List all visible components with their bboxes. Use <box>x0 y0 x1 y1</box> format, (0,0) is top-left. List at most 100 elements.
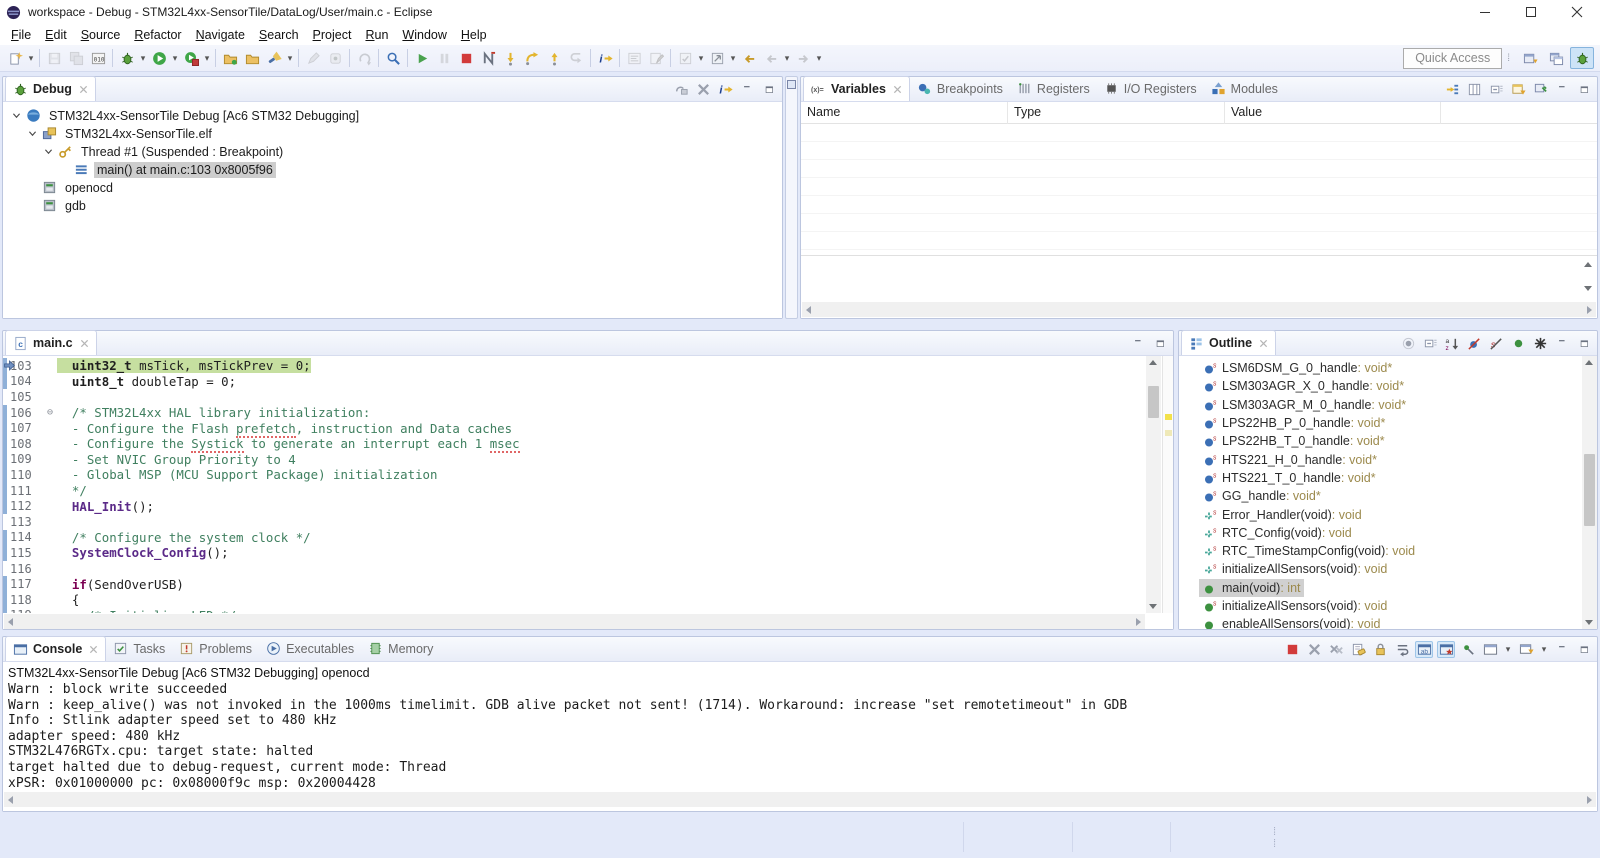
save-button[interactable] <box>43 47 65 69</box>
tab-memory[interactable]: Memory <box>361 636 440 661</box>
tab-executables[interactable]: Executables <box>259 636 361 661</box>
step-into-button[interactable] <box>499 47 521 69</box>
tab-debug[interactable]: Debug <box>5 76 96 101</box>
code-line[interactable]: 117 if(SendOverUSB) <box>3 576 1145 592</box>
menu-navigate[interactable]: Navigate <box>189 26 252 44</box>
outline-item-label[interactable]: LSM303AGR_X_0_handle <box>1222 379 1369 393</box>
outline-item[interactable]: sGG_handle : void* <box>1179 487 1579 505</box>
quick-access-box[interactable]: Quick Access <box>1403 48 1502 69</box>
last-edit-location-button[interactable] <box>706 47 728 69</box>
menu-source[interactable]: Source <box>74 26 128 44</box>
dropdown-caret-icon[interactable]: ▾ <box>26 53 36 64</box>
pin-view-button[interactable] <box>1531 81 1549 98</box>
overview-ruler[interactable] <box>1162 356 1173 613</box>
outline-item[interactable]: sLPS22HB_T_0_handle : void* <box>1179 432 1579 450</box>
fold-marker-icon[interactable]: ⊖ <box>43 407 57 418</box>
menu-project[interactable]: Project <box>306 26 359 44</box>
menu-window[interactable]: Window <box>395 26 453 44</box>
open-element-button[interactable] <box>219 47 241 69</box>
code-area[interactable]: 103 uint32_t msTick, msTickPrev = 0;104 … <box>3 358 1145 613</box>
minimize-view-button[interactable] <box>1553 335 1571 352</box>
minimize-view-button[interactable] <box>1553 641 1571 658</box>
word-wrap-button[interactable] <box>1393 641 1411 658</box>
forward-button[interactable] <box>792 47 814 69</box>
editor-hscrollbar[interactable] <box>4 614 1145 629</box>
tab-problems[interactable]: Problems <box>172 636 259 661</box>
outline-vscrollbar[interactable] <box>1582 356 1597 629</box>
outline-item[interactable]: sError_Handler(void) : void <box>1179 505 1579 523</box>
maximize-view-button[interactable] <box>1575 81 1593 98</box>
expander-chevron-icon[interactable] <box>43 146 56 159</box>
outline-item[interactable]: sRTC_Config(void) : void <box>1179 524 1579 542</box>
menu-edit[interactable]: Edit <box>38 26 74 44</box>
display-selected-console-button[interactable] <box>1481 641 1499 658</box>
restore-instruction-pointer-button[interactable]: i <box>594 47 616 69</box>
minimize-view-button[interactable] <box>1553 81 1571 98</box>
open-console-button[interactable] <box>1517 641 1535 658</box>
drop-to-frame-button[interactable] <box>565 47 587 69</box>
step-over-button[interactable] <box>521 47 543 69</box>
toggle-breakpoint-button[interactable] <box>324 47 346 69</box>
collapse-all-button[interactable] <box>1487 81 1505 98</box>
outline-item[interactable]: sLPS22HB_P_0_handle : void* <box>1179 414 1579 432</box>
tab-breakpoints[interactable]: Breakpoints <box>910 76 1010 101</box>
show-logical-button[interactable] <box>1443 81 1461 98</box>
tree-node-label[interactable]: gdb <box>62 198 89 214</box>
code-line[interactable]: 105 <box>3 389 1145 405</box>
minimize-view-button[interactable] <box>1129 335 1147 352</box>
skip-all-breakpoints-button[interactable] <box>302 47 324 69</box>
open-type-button[interactable] <box>263 47 285 69</box>
code-line[interactable]: 118 { <box>3 592 1145 608</box>
remove-all-launches-button[interactable] <box>1327 641 1345 658</box>
tab-modules[interactable]: Modules <box>1204 76 1285 101</box>
code-line[interactable]: 114 /* Configure the system clock */ <box>3 530 1145 546</box>
restore-view-icon[interactable] <box>787 80 796 89</box>
restore-ip-button[interactable]: i <box>716 81 734 98</box>
show-on-stdout-button[interactable]: ab <box>1415 641 1433 658</box>
tab-tasks[interactable]: Tasks <box>106 636 172 661</box>
tree-node-label[interactable]: Thread #1 (Suspended : Breakpoint) <box>78 144 286 160</box>
menu-help[interactable]: Help <box>454 26 494 44</box>
open-resource-button[interactable] <box>241 47 263 69</box>
outline-item-label[interactable]: HTS221_T_0_handle <box>1222 471 1341 485</box>
column-type[interactable]: Type <box>1008 102 1224 124</box>
outline-item[interactable]: sinitializeAllSensors(void) : void <box>1179 560 1579 578</box>
external-tools-button[interactable] <box>180 47 202 69</box>
code-line[interactable]: 116 <box>3 561 1145 577</box>
debug-button[interactable] <box>116 47 138 69</box>
outline-item-label[interactable]: LSM6DSM_G_0_handle <box>1222 361 1358 375</box>
dropdown-caret-icon[interactable]: ▾ <box>1539 644 1549 655</box>
outline-item-label[interactable]: RTC_TimeStampConfig(void) <box>1222 544 1385 558</box>
menu-run[interactable]: Run <box>358 26 395 44</box>
tree-node-label[interactable]: STM32L4xx-SensorTile Debug [Ac6 STM32 De… <box>46 108 362 124</box>
step-return-button[interactable] <box>543 47 565 69</box>
code-line[interactable]: 103 uint32_t msTick, msTickPrev = 0; <box>3 358 1145 374</box>
close-window-button[interactable] <box>1554 0 1600 24</box>
save-all-button[interactable] <box>65 47 87 69</box>
mark-occurrences-button[interactable] <box>674 47 696 69</box>
close-tab-icon[interactable] <box>79 85 88 94</box>
expander-chevron-icon[interactable] <box>27 128 40 141</box>
tree-node-label[interactable]: main() at main.c:103 0x8005f96 <box>94 162 276 178</box>
maximize-view-button[interactable] <box>1575 335 1593 352</box>
debug-tree-row[interactable]: gdb <box>3 197 782 215</box>
tab-console[interactable]: Console <box>5 636 106 661</box>
close-tab-icon[interactable] <box>89 645 98 654</box>
minimize-window-button[interactable] <box>1462 0 1508 24</box>
code-line[interactable]: 113 <box>3 514 1145 530</box>
outline-item-label[interactable]: LPS22HB_P_0_handle <box>1222 416 1351 430</box>
terminate-button[interactable] <box>455 47 477 69</box>
dropdown-caret-icon[interactable]: ▾ <box>728 53 738 64</box>
disconnect-button[interactable] <box>477 47 499 69</box>
open-perspective-icon[interactable] <box>1518 47 1542 69</box>
outline-item-label[interactable]: LSM303AGR_M_0_handle <box>1222 398 1371 412</box>
code-line[interactable]: 104 uint8_t doubleTap = 0; <box>3 374 1145 390</box>
clear-console-button[interactable] <box>1349 641 1367 658</box>
console-output[interactable]: Warn : block write succeededWarn : keep_… <box>3 682 1597 791</box>
debug-perspective-icon[interactable] <box>1570 47 1594 69</box>
maximize-view-button[interactable] <box>1151 335 1169 352</box>
outline-item[interactable]: sinitializeAllSensors(void) : void <box>1179 597 1579 615</box>
terminate-button[interactable] <box>1283 641 1301 658</box>
menu-search[interactable]: Search <box>252 26 306 44</box>
run-button[interactable] <box>148 47 170 69</box>
